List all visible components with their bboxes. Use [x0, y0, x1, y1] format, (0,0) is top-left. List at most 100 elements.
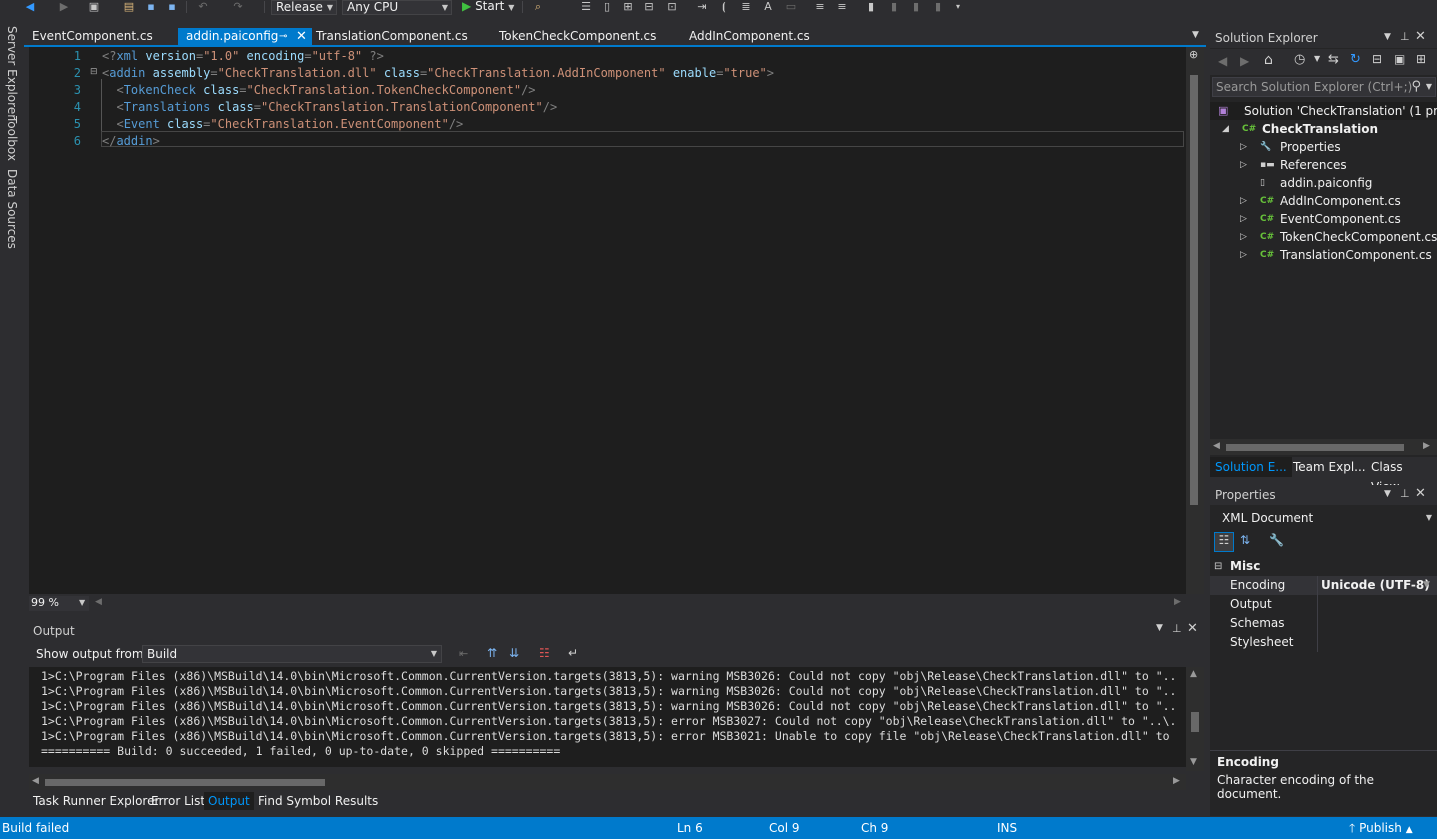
start-button[interactable]: ▶ Start ▼: [462, 0, 514, 14]
code-line[interactable]: <addin assembly="CheckTranslation.dll" c…: [102, 66, 774, 80]
data-sources-tab[interactable]: Data Sources: [5, 169, 19, 249]
tree-item[interactable]: ▯ addin.paiconfig: [1210, 174, 1437, 192]
search-icon[interactable]: ⚲: [1411, 78, 1421, 96]
split-icon[interactable]: ⊕: [1189, 48, 1198, 61]
format-icon[interactable]: ▭: [783, 0, 799, 14]
redo-icon[interactable]: ↷: [230, 0, 246, 14]
clear-all-icon[interactable]: ☷: [539, 646, 550, 660]
expand-arrow-icon[interactable]: ▷: [1240, 210, 1247, 228]
tab-dropdown-icon[interactable]: ▼: [1192, 30, 1199, 40]
zoom-select[interactable]: 99 % ▼: [29, 596, 89, 611]
expand-arrow-icon[interactable]: ▷: [1240, 156, 1247, 174]
code-line[interactable]: <Event class="CheckTranslation.EventComp…: [102, 117, 463, 131]
forward-icon[interactable]: ▶: [56, 0, 72, 14]
expand-arrow-icon[interactable]: ▷: [1240, 246, 1247, 264]
tree-project-node[interactable]: ◢ C# CheckTranslation: [1210, 120, 1437, 138]
property-row[interactable]: Encoding Unicode (UTF-8): [1210, 576, 1437, 595]
properties-category[interactable]: ⊟ Misc: [1210, 557, 1437, 576]
scroll-left-icon[interactable]: ◀: [95, 597, 102, 607]
back-icon[interactable]: ◀: [1218, 54, 1227, 68]
scroll-up-icon[interactable]: ▲: [1190, 669, 1197, 679]
new-project-icon[interactable]: ▣: [86, 0, 102, 14]
panel-menu-icon[interactable]: ▼: [1384, 489, 1391, 499]
scroll-down-icon[interactable]: ▼: [1423, 580, 1430, 590]
refresh-icon[interactable]: ↻: [1350, 52, 1361, 67]
code-line[interactable]: <?xml version="1.0" encoding="utf-8" ?>: [102, 49, 384, 63]
tab-tokencheck-component[interactable]: TokenCheckComponent.cs: [491, 28, 671, 45]
output-line[interactable]: 1>C:\Program Files (x86)\MSBuild\14.0\bi…: [41, 729, 1170, 743]
output-line[interactable]: 1>C:\Program Files (x86)\MSBuild\14.0\bi…: [41, 699, 1176, 713]
properties-icon[interactable]: ⊞: [1416, 52, 1426, 66]
solution-hscrollbar[interactable]: ◀ ▶: [1210, 439, 1437, 455]
configuration-select[interactable]: Release ▼: [271, 0, 337, 15]
tab-solution-explorer[interactable]: Solution E...: [1210, 457, 1292, 477]
output-line[interactable]: 1>C:\Program Files (x86)\MSBuild\14.0\bi…: [41, 669, 1176, 683]
tab-team-explorer[interactable]: Team Expl...: [1288, 457, 1371, 477]
collapse-icon[interactable]: ⊟: [1214, 557, 1222, 576]
hierarchy-icon[interactable]: ⊞: [620, 0, 636, 14]
chevron-down-icon[interactable]: ▼: [1314, 54, 1320, 63]
comment-icon[interactable]: ≡: [812, 0, 828, 14]
properties-object-select[interactable]: XML Document ▼: [1212, 508, 1436, 528]
document-icon[interactable]: ▯: [599, 0, 615, 14]
property-row[interactable]: Schemas: [1210, 614, 1437, 633]
scroll-down-icon[interactable]: ▼: [1190, 757, 1197, 767]
toolbar-overflow-icon[interactable]: ▾: [950, 0, 966, 14]
output-scroll-thumb[interactable]: [1191, 712, 1199, 732]
output-source-select[interactable]: Build ▼: [142, 645, 442, 663]
code-line[interactable]: </addin>: [102, 134, 160, 148]
tab-addin-paiconfig[interactable]: addin.paiconfig ⊸ ✕: [178, 28, 312, 45]
pin-icon[interactable]: ⊥: [1172, 622, 1182, 635]
tab-event-component[interactable]: EventComponent.cs: [24, 28, 174, 45]
output-line[interactable]: ========== Build: 0 succeeded, 1 failed,…: [41, 744, 560, 758]
save-all-icon[interactable]: ▪: [164, 0, 180, 14]
bookmark-icon[interactable]: ▮: [863, 0, 879, 14]
tree-item[interactable]: ▷ C# AddInComponent.cs: [1210, 192, 1437, 210]
close-icon[interactable]: ✕: [1415, 486, 1426, 501]
pin-icon[interactable]: ⊥: [1400, 30, 1410, 43]
solution-hscroll-thumb[interactable]: [1226, 444, 1404, 451]
prev-bookmark-icon[interactable]: ▮: [886, 0, 902, 14]
close-icon[interactable]: ✕: [1415, 29, 1426, 44]
scroll-right-icon[interactable]: ▶: [1173, 776, 1180, 786]
property-value[interactable]: Unicode (UTF-8): [1321, 576, 1430, 595]
tree-item[interactable]: ▷ 🔧 Properties: [1210, 138, 1437, 156]
tree-solution-node[interactable]: ▣ Solution 'CheckTranslation' (1 proje: [1210, 102, 1437, 120]
next-message-icon[interactable]: ⇊: [509, 646, 519, 660]
code-area[interactable]: <?xml version="1.0" encoding="utf-8" ?> <…: [29, 47, 1186, 594]
align-icon[interactable]: ☰: [578, 0, 594, 14]
clear-bookmarks-icon[interactable]: ▮: [930, 0, 946, 14]
next-bookmark-icon[interactable]: ▮: [908, 0, 924, 14]
output-text[interactable]: 1>C:\Program Files (x86)\MSBuild\14.0\bi…: [29, 667, 1186, 767]
sync-icon[interactable]: ⇆: [1328, 52, 1339, 67]
code-line[interactable]: <Translations class="CheckTranslation.Tr…: [102, 100, 557, 114]
tree-item[interactable]: ▷ C# TranslationComponent.cs: [1210, 246, 1437, 264]
publish-button[interactable]: 🡑 Publish ▲: [1349, 817, 1413, 839]
uncomment-icon[interactable]: ≡: [834, 0, 850, 14]
link-icon[interactable]: ⊡: [664, 0, 680, 14]
categorized-icon[interactable]: ☷: [1214, 532, 1234, 552]
brackets-icon[interactable]: ⦗: [716, 0, 732, 14]
scroll-right-icon[interactable]: ▶: [1174, 597, 1181, 607]
tab-error-list[interactable]: Error List: [147, 792, 209, 810]
open-folder-icon[interactable]: ▤: [121, 0, 137, 14]
property-row[interactable]: Stylesheet: [1210, 633, 1437, 652]
expand-arrow-icon[interactable]: ▷: [1240, 192, 1247, 210]
back-icon[interactable]: ◀: [22, 0, 38, 14]
output-horizontal-scrollbar[interactable]: ◀ ▶: [29, 774, 1186, 790]
tree-item[interactable]: ▷ ▪▬ References: [1210, 156, 1437, 174]
output-vertical-scrollbar[interactable]: ▲ ▼: [1186, 667, 1204, 771]
save-icon[interactable]: ▪: [143, 0, 159, 14]
collapse-all-icon[interactable]: ⊟: [1372, 52, 1382, 66]
property-pages-icon[interactable]: 🔧: [1269, 533, 1284, 547]
panel-menu-icon[interactable]: ▼: [1384, 32, 1391, 42]
pin-icon[interactable]: ⊸: [279, 28, 287, 45]
tab-find-symbol-results[interactable]: Find Symbol Results: [254, 792, 382, 810]
platform-select[interactable]: Any CPU ▼: [342, 0, 452, 15]
home-icon[interactable]: ⌂: [1264, 52, 1273, 68]
tree-item[interactable]: ▷ C# EventComponent.cs: [1210, 210, 1437, 228]
panel-menu-icon[interactable]: ▼: [1156, 623, 1163, 633]
code-line[interactable]: <TokenCheck class="CheckTranslation.Toke…: [102, 83, 535, 97]
find-icon[interactable]: ⌕: [530, 0, 546, 14]
close-icon[interactable]: ✕: [296, 28, 307, 45]
